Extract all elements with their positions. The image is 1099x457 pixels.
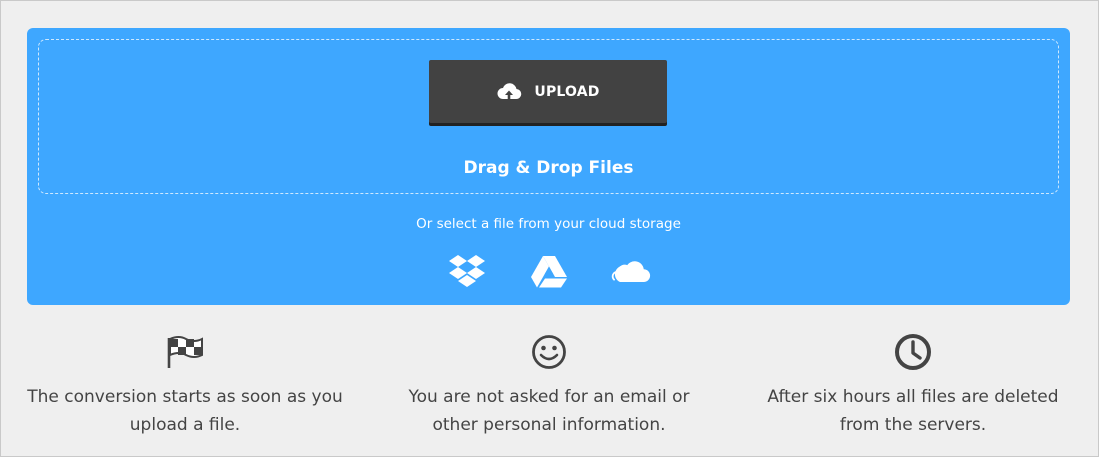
checkered-flag-icon [5, 331, 365, 373]
onedrive-icon[interactable] [611, 252, 651, 292]
upload-panel: UPLOAD Drag & Drop Files Or select a fil… [27, 28, 1070, 305]
feature-auto-delete: After six hours all files are deleted fr… [733, 331, 1093, 439]
feature-list: The conversion starts as soon as you upl… [1, 331, 1098, 451]
converter-page: UPLOAD Drag & Drop Files Or select a fil… [0, 0, 1099, 457]
feature-no-personal-info: You are not asked for an email or other … [369, 331, 729, 439]
drop-zone[interactable]: UPLOAD Drag & Drop Files [38, 39, 1059, 194]
feature-text: After six hours all files are deleted fr… [767, 387, 1059, 435]
feature-text: You are not asked for an email or other … [408, 387, 690, 435]
google-drive-icon[interactable] [529, 252, 569, 292]
drag-drop-label: Drag & Drop Files [463, 158, 634, 178]
cloud-storage-text: Or select a file from your cloud storage [416, 216, 681, 232]
cloud-storage-options [27, 252, 1070, 292]
upload-button[interactable]: UPLOAD [429, 60, 667, 123]
feature-text: The conversion starts as soon as you upl… [27, 387, 343, 435]
upload-button-label: UPLOAD [534, 83, 600, 100]
dropbox-icon[interactable] [447, 252, 487, 292]
feature-instant-conversion: The conversion starts as soon as you upl… [5, 331, 365, 439]
cloud-upload-icon [496, 81, 522, 103]
smiley-icon [369, 331, 729, 373]
clock-icon [733, 331, 1093, 373]
